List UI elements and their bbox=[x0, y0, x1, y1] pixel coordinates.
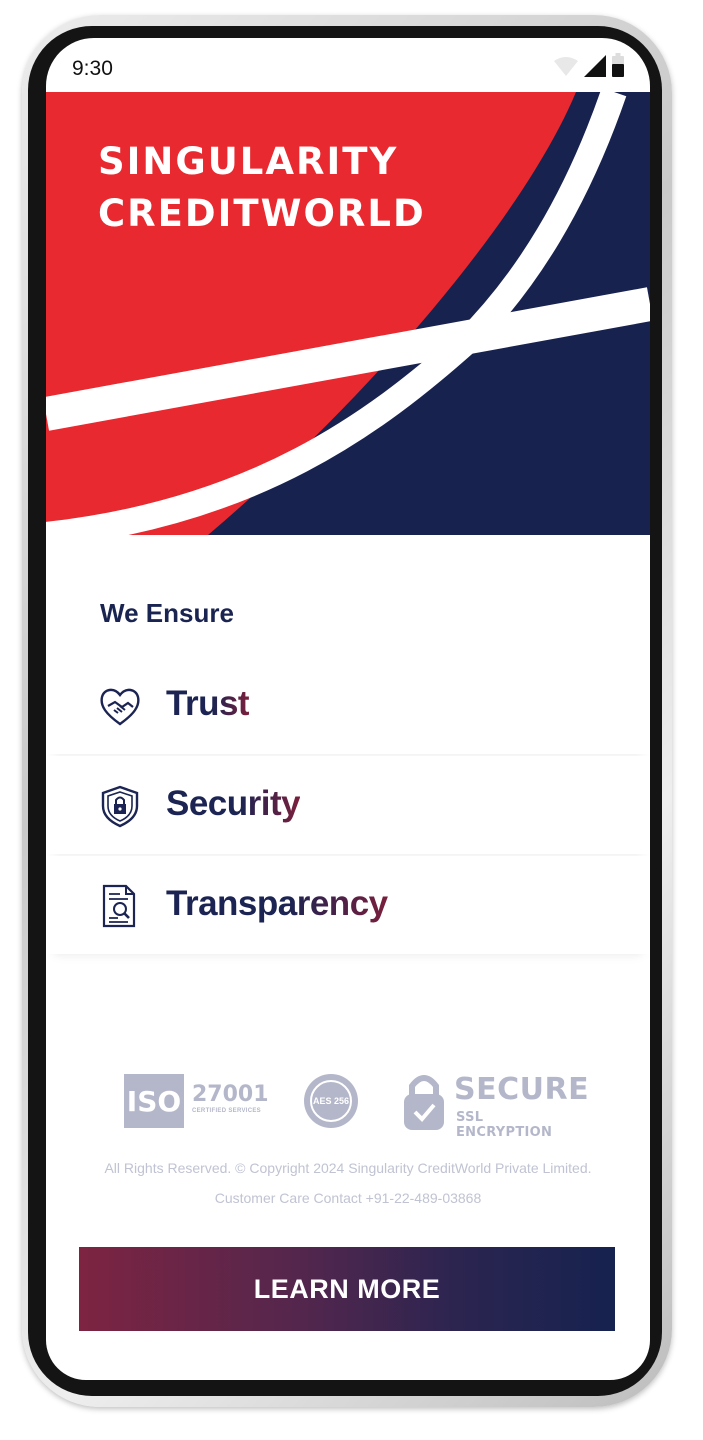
customer-care-text: Customer Care Contact +91-22-489-03868 bbox=[214, 1190, 482, 1206]
certification-badges: ISO 27001 CERTIFIED SERVICES AES 256 SEC… bbox=[124, 1070, 589, 1140]
brand-logo-text: SINGULARITY CREDITWORLD bbox=[98, 136, 426, 240]
battery-icon bbox=[612, 53, 624, 82]
brand-line-1: SINGULARITY bbox=[98, 140, 399, 183]
padlock-check-icon bbox=[404, 1072, 444, 1130]
iso-number: 27001 bbox=[192, 1082, 269, 1107]
app-screen: 9:30 SINGULARITY CREDITWORLD We Ensure T… bbox=[46, 38, 650, 1380]
signal-icon bbox=[584, 55, 606, 82]
brand-line-2: CREDITWORLD bbox=[98, 192, 426, 235]
handshake-heart-icon bbox=[98, 684, 142, 728]
aes-label: AES 256 bbox=[310, 1080, 352, 1122]
feature-item-trust: Trust bbox=[46, 656, 650, 754]
status-bar: 9:30 bbox=[46, 38, 650, 92]
ssl-subtitle: SSL ENCRYPTION bbox=[456, 1110, 553, 1140]
wifi-icon bbox=[554, 57, 578, 82]
hero-banner: SINGULARITY CREDITWORLD bbox=[46, 87, 650, 548]
learn-more-button[interactable]: LEARN MORE bbox=[79, 1247, 615, 1331]
aes-badge: AES 256 bbox=[304, 1074, 358, 1128]
feature-label-transparency: Transparency bbox=[166, 884, 388, 923]
document-magnifier-icon bbox=[98, 884, 142, 928]
iso-subtitle: CERTIFIED SERVICES bbox=[192, 1108, 261, 1114]
status-icons bbox=[554, 53, 624, 82]
secure-title: SECURE bbox=[454, 1072, 590, 1107]
feature-label-security: Security bbox=[166, 784, 301, 823]
status-time: 9:30 bbox=[72, 57, 113, 80]
feature-item-transparency: Transparency bbox=[46, 856, 650, 954]
copyright-text: All Rights Reserved. © Copyright 2024 Si… bbox=[104, 1160, 592, 1176]
section-title: We Ensure bbox=[100, 598, 234, 628]
feature-label-trust: Trust bbox=[166, 684, 250, 723]
feature-item-security: Security bbox=[46, 756, 650, 854]
shield-lock-icon bbox=[98, 784, 142, 828]
iso-badge: ISO bbox=[124, 1074, 184, 1128]
